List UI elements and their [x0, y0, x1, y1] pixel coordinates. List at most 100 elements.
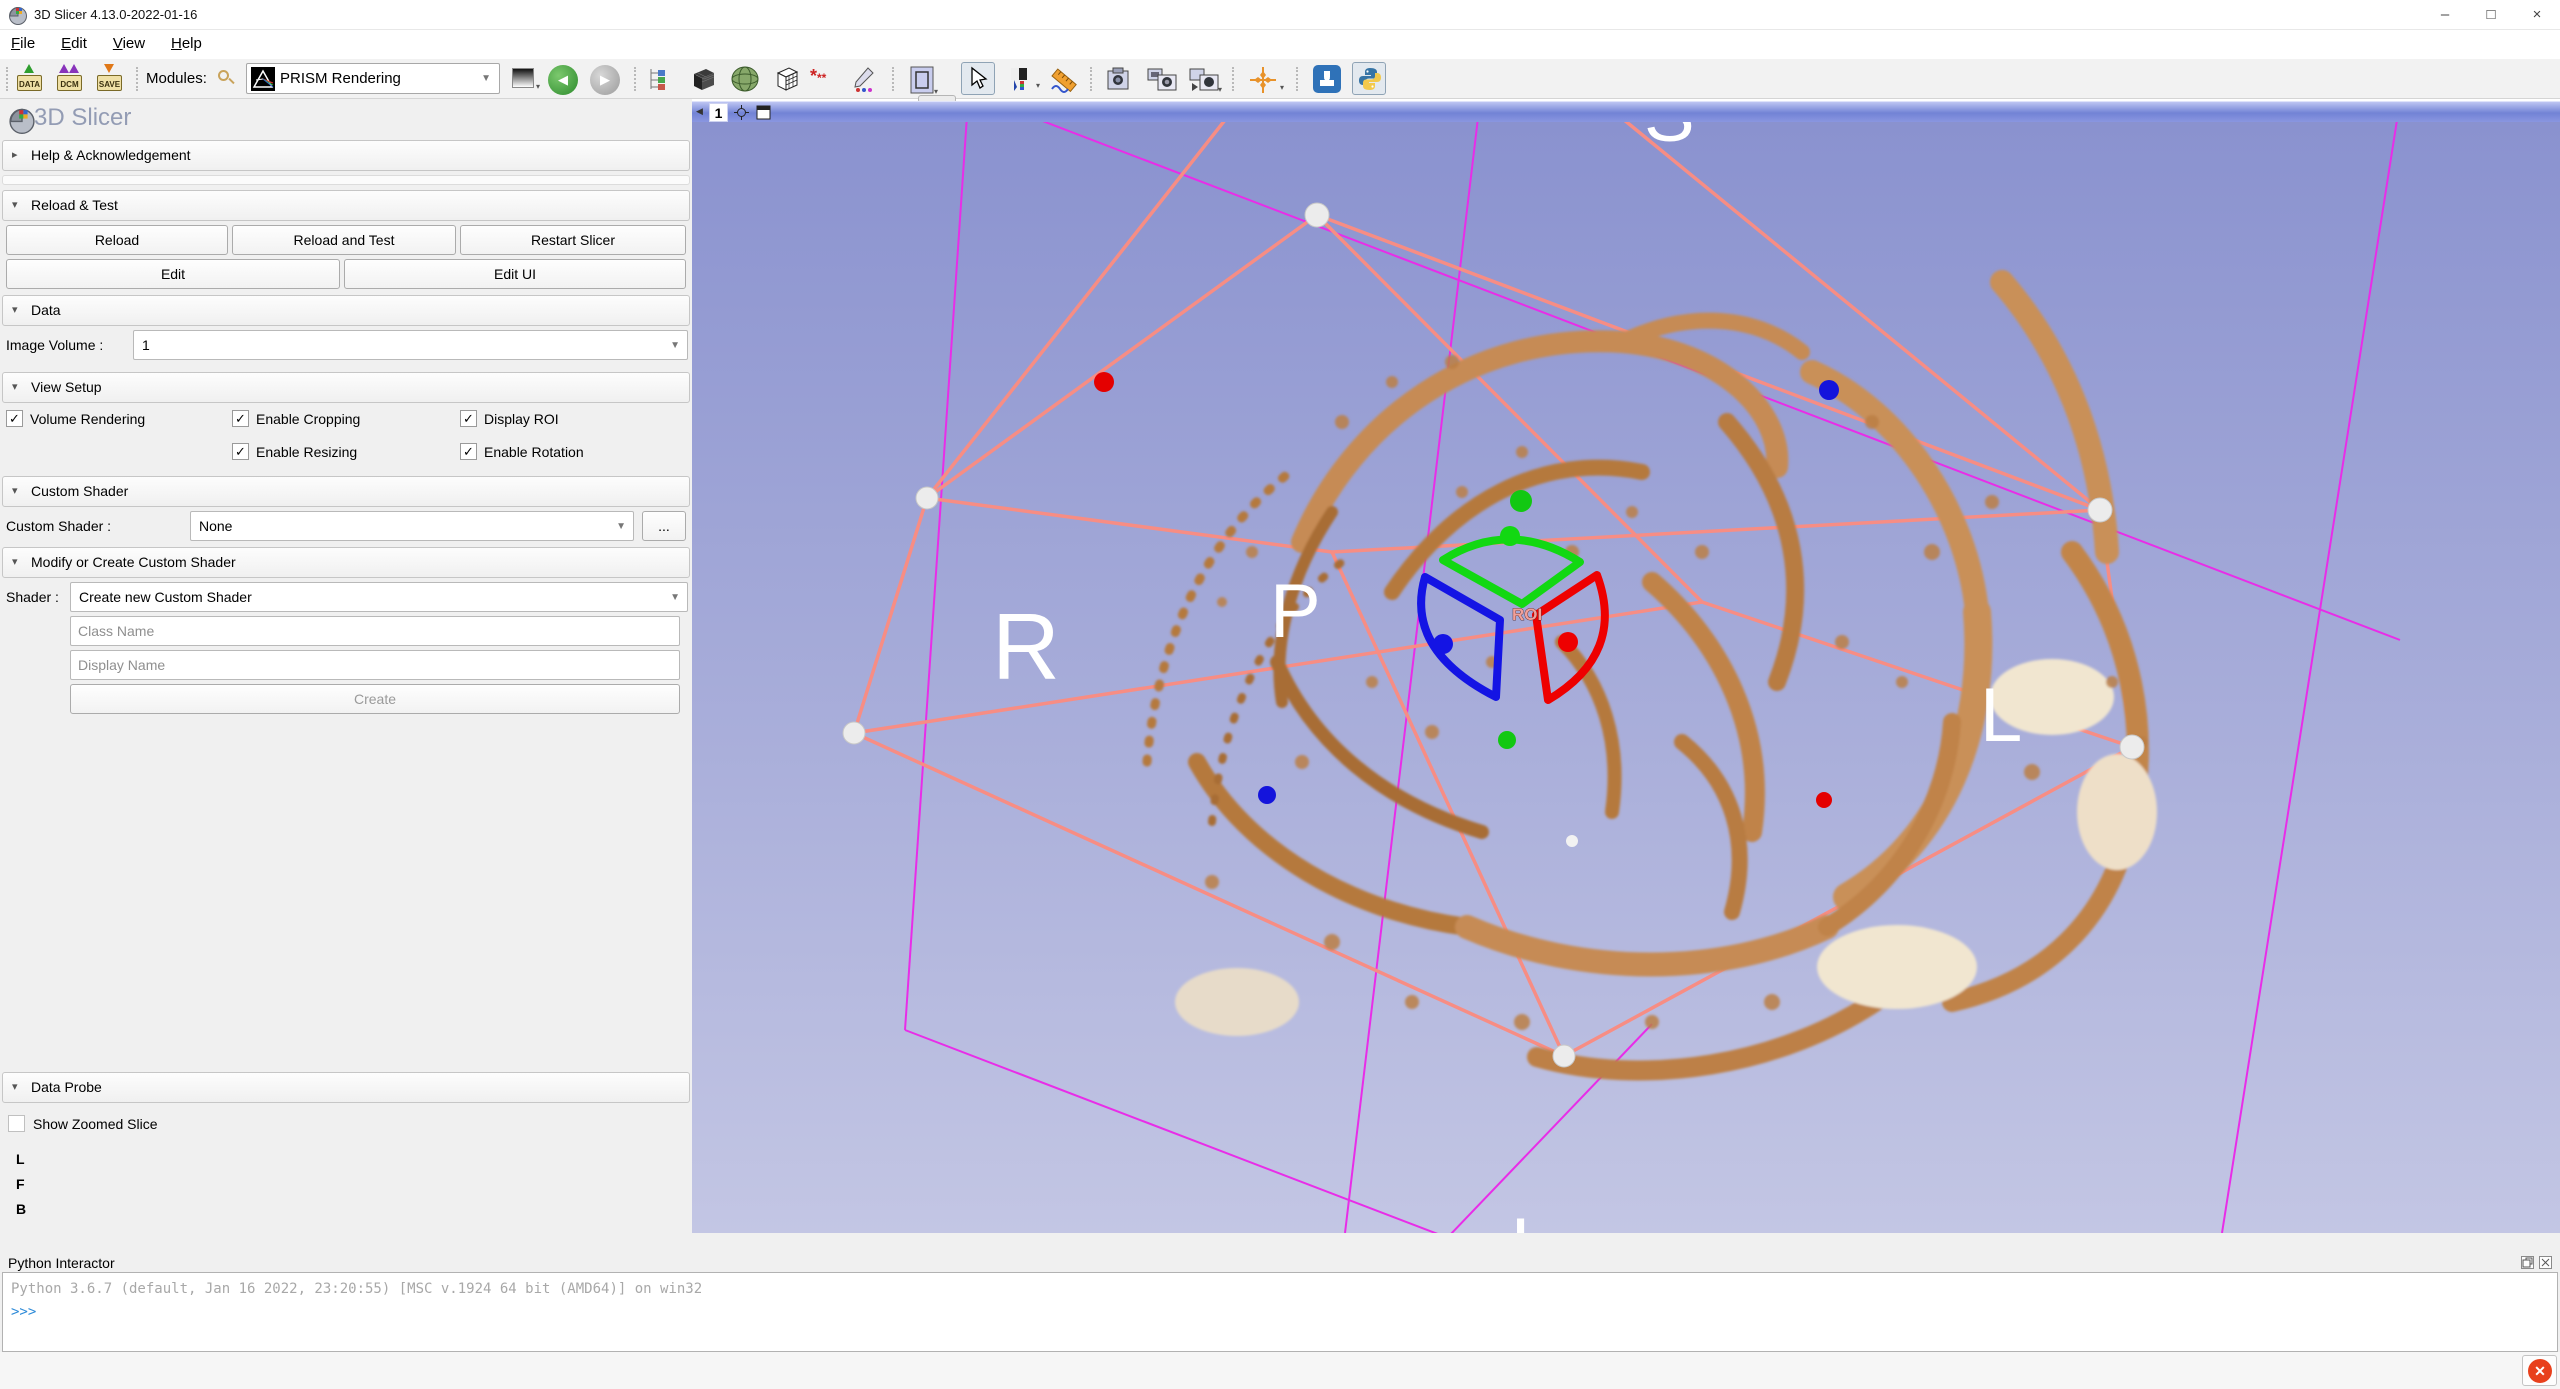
- load-dicom-icon[interactable]: DCM: [56, 65, 84, 93]
- probe-layer-b: B: [16, 1201, 26, 1217]
- screenshot-icon[interactable]: ▾: [908, 65, 938, 98]
- volume-cube-icon[interactable]: [688, 65, 718, 96]
- view-number-badge: 1: [709, 103, 728, 122]
- python-console-button[interactable]: [1352, 62, 1386, 95]
- module-selector[interactable]: PRISM Rendering ▼: [246, 63, 500, 94]
- module-search-icon[interactable]: [218, 70, 234, 86]
- orientation-letter-r: R: [992, 600, 1060, 694]
- enable-resizing-checkbox[interactable]: ✓: [232, 443, 249, 460]
- chevron-down-icon: ▾: [12, 555, 18, 568]
- class-name-input[interactable]: [70, 616, 680, 646]
- python-console[interactable]: Python 3.6.7 (default, Jan 16 2022, 23:2…: [2, 1272, 2558, 1352]
- maximize-button[interactable]: □: [2468, 0, 2514, 30]
- display-roi-checkbox[interactable]: ✓: [460, 410, 477, 427]
- chevron-down-icon: ▾: [12, 303, 18, 316]
- section-custom-shader[interactable]: ▾ Custom Shader: [2, 476, 690, 507]
- crop-grid-icon[interactable]: [774, 65, 800, 96]
- section-reload-test[interactable]: ▾ Reload & Test: [2, 190, 690, 221]
- chevron-down-icon: ▾: [12, 380, 18, 393]
- image-volume-select[interactable]: 1 ▼: [133, 330, 688, 360]
- display-name-input[interactable]: [70, 650, 680, 680]
- menu-help[interactable]: Help: [160, 30, 213, 52]
- navigate-back-icon[interactable]: ◀: [548, 65, 578, 95]
- error-icon: ✕: [2528, 1359, 2552, 1383]
- annotation-pen-icon[interactable]: [850, 65, 876, 96]
- window-level-icon[interactable]: ▾: [1008, 65, 1034, 96]
- reload-and-test-button[interactable]: Reload and Test: [232, 225, 456, 255]
- custom-shader-more-button[interactable]: ...: [642, 511, 686, 541]
- toolbar-separator: [1090, 67, 1095, 91]
- module-history-icon[interactable]: ▾: [512, 68, 534, 88]
- orientation-letter-s: S: [1644, 122, 1695, 154]
- crosshair-icon[interactable]: ▾: [1248, 65, 1278, 98]
- create-button[interactable]: Create: [70, 684, 680, 714]
- enable-cropping-checkbox[interactable]: ✓: [232, 410, 249, 427]
- view-layout-icon[interactable]: [756, 105, 771, 120]
- section-data-probe[interactable]: ▾ Data Probe: [2, 1072, 690, 1103]
- sphere-widget-icon[interactable]: [728, 65, 762, 96]
- save-icon[interactable]: SAVE: [96, 65, 124, 93]
- status-bar: ✕: [0, 1352, 2560, 1389]
- toolbar-grip[interactable]: [6, 67, 11, 91]
- close-button[interactable]: ×: [2514, 0, 2560, 30]
- screen-capture-icon[interactable]: [1104, 65, 1132, 96]
- toolbar-grip[interactable]: [136, 67, 141, 91]
- menu-edit[interactable]: Edit: [50, 30, 98, 52]
- chevron-down-icon: ▾: [12, 484, 18, 497]
- markups-fiducial-icon[interactable]: ***: [810, 66, 826, 87]
- restart-slicer-button[interactable]: Restart Slicer: [460, 225, 686, 255]
- undock-panel-icon[interactable]: [2521, 1256, 2534, 1269]
- edit-ui-button[interactable]: Edit UI: [344, 259, 686, 289]
- menu-view[interactable]: View: [102, 30, 156, 52]
- chevron-down-icon: ▼: [670, 340, 680, 351]
- python-interactor-header: Python Interactor: [0, 1253, 2560, 1272]
- scene-view-restore-icon[interactable]: ▾: [1188, 65, 1220, 96]
- arrow-up-icon: [24, 64, 34, 73]
- extensions-icon[interactable]: [1312, 64, 1342, 97]
- shader-label: Shader :: [6, 589, 59, 605]
- python-banner-text: Python 3.6.7 (default, Jan 16 2022, 23:2…: [11, 1281, 702, 1297]
- custom-shader-label: Custom Shader :: [6, 518, 111, 534]
- orientation-letter-l: L: [1980, 678, 2022, 754]
- custom-shader-select[interactable]: None ▼: [190, 511, 634, 541]
- viewport[interactable]: ROI R P L S I: [692, 122, 2560, 1233]
- section-modify-create-shader[interactable]: ▾ Modify or Create Custom Shader: [2, 547, 690, 578]
- slicer-logo-icon: [8, 5, 28, 25]
- section-view-setup[interactable]: ▾ View Setup: [2, 372, 690, 403]
- load-data-icon[interactable]: DATA: [16, 65, 44, 93]
- mouse-pointer-button[interactable]: [961, 62, 995, 95]
- module-panel: 3D Slicer ▸ Help & Acknowledgement ▾ Rel…: [0, 99, 692, 1253]
- view-crosshair-icon[interactable]: [734, 105, 749, 120]
- reload-button[interactable]: Reload: [6, 225, 228, 255]
- navigate-forward-icon[interactable]: ▶: [590, 65, 620, 95]
- pin-icon[interactable]: ◀: [696, 106, 703, 117]
- panel-app-title: 3D Slicer: [34, 104, 131, 132]
- error-log-button[interactable]: ✕: [2522, 1355, 2557, 1386]
- volume-rendering-checkbox[interactable]: ✓: [6, 410, 23, 427]
- threed-view[interactable]: ◀ 1: [692, 99, 2560, 1233]
- slicer-logo-icon: [8, 103, 36, 137]
- section-help-acknowledgement[interactable]: ▸ Help & Acknowledgement: [2, 140, 690, 171]
- ruler-icon[interactable]: [1048, 65, 1078, 98]
- toolbar-separator: [892, 67, 897, 91]
- minimize-button[interactable]: –: [2422, 0, 2468, 30]
- module-selector-value: PRISM Rendering: [280, 70, 401, 87]
- scene-graphics: ROI: [692, 122, 2560, 1233]
- shader-select[interactable]: Create new Custom Shader ▼: [70, 582, 688, 612]
- show-zoomed-slice-checkbox[interactable]: [8, 1115, 25, 1132]
- enable-rotation-checkbox[interactable]: ✓: [460, 443, 477, 460]
- module-hierarchy-icon[interactable]: [646, 65, 674, 96]
- modules-label: Modules:: [146, 70, 207, 87]
- chevron-down-icon: ▼: [481, 73, 491, 84]
- toolbar-separator: [1296, 67, 1301, 91]
- menu-file[interactable]: File: [0, 30, 46, 52]
- section-data[interactable]: ▾ Data: [2, 295, 690, 326]
- close-panel-icon[interactable]: [2539, 1256, 2552, 1269]
- view-controller-bar[interactable]: ◀ 1: [692, 101, 2560, 122]
- window-title: 3D Slicer 4.13.0-2022-01-16: [34, 7, 197, 22]
- edit-button[interactable]: Edit: [6, 259, 340, 289]
- probe-layer-l: L: [16, 1151, 25, 1167]
- collapsed-content-strip: [2, 175, 690, 185]
- scene-view-icon[interactable]: [1146, 65, 1178, 96]
- toolbar-separator: [1232, 67, 1237, 91]
